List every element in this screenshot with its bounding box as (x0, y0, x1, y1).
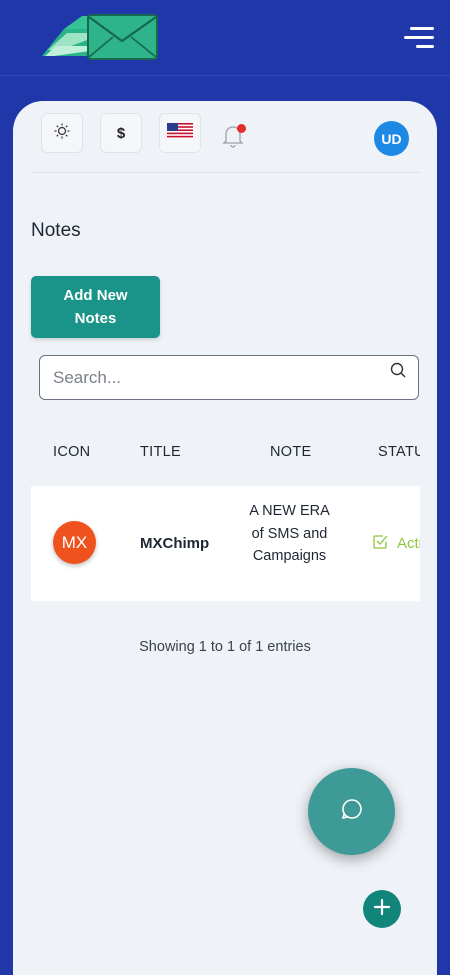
chat-bubble-icon (340, 797, 364, 826)
chat-button[interactable] (308, 768, 395, 855)
entries-info: Showing 1 to 1 of 1 entries (139, 639, 311, 655)
column-header-status[interactable]: STATUS (378, 444, 420, 460)
hamburger-menu-icon[interactable] (404, 26, 434, 50)
language-button[interactable] (159, 113, 201, 153)
currency-label: $ (116, 124, 126, 142)
plus-icon (373, 898, 391, 921)
column-header-title[interactable]: TITLE (140, 444, 181, 460)
column-header-note[interactable]: NOTE (270, 444, 311, 460)
check-square-icon (373, 534, 397, 553)
column-header-status-clip: STATUS (378, 444, 420, 460)
currency-button[interactable]: $ (100, 113, 142, 153)
sun-icon (53, 122, 71, 145)
search-input[interactable] (53, 366, 373, 390)
theme-toggle-button[interactable] (41, 113, 83, 153)
row-title: MXChimp (140, 535, 210, 552)
top-bar (0, 0, 450, 76)
notification-dot (237, 124, 246, 133)
search-box (39, 355, 419, 400)
toolbar-divider (31, 172, 420, 173)
row-note: A NEW ERA of SMS and Campaigns (249, 503, 330, 564)
envelope-logo-icon[interactable] (42, 13, 160, 61)
row-overflow-mask (420, 486, 437, 601)
add-new-notes-button[interactable]: Add New Notes (31, 276, 160, 338)
row-icon-avatar: MX (53, 521, 96, 564)
page-title: Notes (31, 220, 81, 241)
add-fab-button[interactable] (363, 890, 401, 928)
table-row[interactable]: MX MXChimp A NEW ERA of SMS and Campaign… (31, 486, 437, 601)
us-flag-icon (167, 123, 193, 143)
column-header-icon[interactable]: ICON (53, 444, 90, 460)
search-icon[interactable] (389, 361, 407, 379)
user-avatar[interactable]: UD (374, 121, 409, 156)
